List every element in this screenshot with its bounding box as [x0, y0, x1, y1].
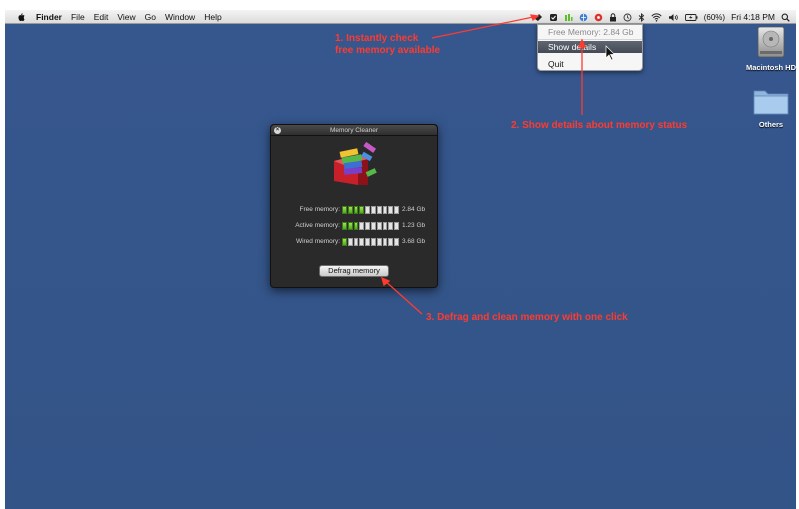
annotation-1: 1. Instantly check free memory available [335, 33, 440, 57]
memory-bar-segment [347, 222, 353, 230]
memory-bar-segment [365, 238, 370, 246]
active-memory-label: Active memory: [295, 222, 340, 229]
dropbox-icon[interactable] [549, 13, 558, 22]
memory-bar-segment [370, 222, 376, 230]
spotlight-icon[interactable] [781, 13, 790, 22]
bluetooth-icon[interactable] [638, 12, 645, 22]
annotation-3: 3. Defrag and clean memory with one clic… [426, 312, 628, 323]
show-details-menu-item[interactable]: Show details [538, 41, 642, 53]
macintosh-hd-label: Macintosh HD [746, 63, 797, 72]
close-icon[interactable]: × [274, 127, 281, 134]
memory-bar-segment [359, 222, 365, 230]
clock[interactable]: Fri 4:18 PM [731, 12, 775, 22]
free-memory-bar [342, 206, 399, 214]
memory-bar-segment [365, 222, 370, 230]
memory-bar-segment [376, 238, 382, 246]
memory-cleaner-icon[interactable] [534, 13, 543, 22]
memory-bar-segment [353, 238, 359, 246]
free-memory-row: Free memory: 2.84 Gb [276, 205, 436, 215]
memory-bar-segment [353, 206, 359, 214]
menu-edit[interactable]: Edit [94, 12, 109, 22]
memory-bar-segment [370, 238, 376, 246]
annotation-1-line-1: 1. Instantly check [335, 33, 419, 44]
memory-bar-segment [394, 238, 399, 246]
menu-separator [538, 39, 642, 40]
memory-bar-segment [342, 238, 347, 246]
memory-dropdown-menu: Free Memory: 2.84 Gb Show details Quit [537, 24, 643, 71]
memory-bar-segment [394, 222, 399, 230]
window-title: Memory Cleaner [329, 127, 379, 134]
memory-bar-segment [359, 238, 365, 246]
record-icon[interactable] [594, 13, 603, 22]
memory-bar-segment [376, 206, 382, 214]
window-title-bar[interactable]: × Memory Cleaner [271, 125, 437, 136]
memory-bar-segment [382, 206, 388, 214]
memory-bar-segment [342, 206, 347, 214]
annotation-1-line-2: free memory available [335, 45, 441, 56]
active-memory-bar [342, 222, 399, 230]
active-memory-value: 1.23 Gb [402, 222, 426, 229]
menu-go[interactable]: Go [145, 12, 156, 22]
annotation-2: 2. Show details about memory status [511, 120, 688, 131]
usage-icon[interactable] [564, 13, 573, 22]
memory-bar-segment [376, 222, 382, 230]
others-folder-desktop-icon[interactable]: Others [746, 86, 796, 129]
wired-memory-row: Wired memory: 3.68 Gb [276, 237, 436, 247]
menu-finder[interactable]: Finder [36, 12, 62, 22]
quit-menu-item[interactable]: Quit [538, 58, 642, 70]
battery-percentage: (60%) [703, 12, 726, 22]
memory-bar-segment [394, 206, 399, 214]
wired-memory-bar [342, 238, 399, 246]
active-memory-row: Active memory: 1.23 Gb [276, 221, 436, 231]
wired-memory-value: 3.68 Gb [402, 238, 426, 245]
others-folder-label: Others [758, 120, 784, 129]
memory-bar-segment [388, 222, 394, 230]
menu-file[interactable]: File [71, 12, 85, 22]
menu-help[interactable]: Help [204, 12, 221, 22]
memory-bar-segment [347, 238, 353, 246]
memory-bar-segment [388, 206, 394, 214]
menu-bar: Finder File Edit View Go Window Help (60… [5, 10, 796, 24]
memory-cleaner-logo-icon [334, 141, 377, 185]
vpn-icon[interactable] [579, 13, 588, 22]
defrag-memory-button[interactable]: Defrag memory [319, 265, 389, 277]
wifi-icon[interactable] [651, 12, 662, 22]
memory-bar-segment [353, 222, 359, 230]
memory-bar-segment [342, 222, 347, 230]
apple-icon[interactable] [16, 12, 26, 22]
folder-icon [753, 90, 789, 115]
menu-window[interactable]: Window [165, 12, 195, 22]
free-memory-label: Free memory: [299, 206, 340, 213]
free-memory-value: 2.84 Gb [402, 206, 426, 213]
wired-memory-label: Wired memory: [295, 238, 340, 245]
macintosh-hd-desktop-icon[interactable]: Macintosh HD [746, 25, 796, 72]
memory-bar-segment [370, 206, 376, 214]
status-area: (60%) Fri 4:18 PM [528, 10, 790, 24]
memory-bar-segment [365, 206, 370, 214]
menu-view[interactable]: View [117, 12, 135, 22]
memory-bar-segment [347, 206, 353, 214]
memory-bar-segment [388, 238, 394, 246]
memory-bar-segment [382, 238, 388, 246]
volume-icon[interactable] [668, 13, 679, 22]
hard-drive-icon [757, 26, 785, 58]
time-machine-icon[interactable] [623, 13, 632, 22]
memory-bar-segment [382, 222, 388, 230]
memory-bar-segment [359, 206, 365, 214]
free-memory-readout: Free Memory: 2.84 Gb [548, 27, 634, 37]
lock-icon[interactable] [609, 12, 617, 22]
battery-icon[interactable] [684, 13, 698, 22]
